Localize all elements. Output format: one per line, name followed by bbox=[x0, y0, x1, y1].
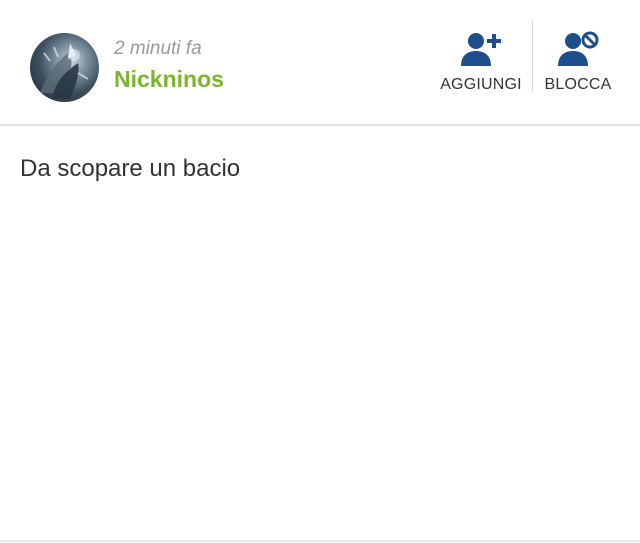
block-user-icon bbox=[558, 31, 599, 66]
block-user-button[interactable]: BLOCCA bbox=[540, 24, 616, 104]
add-friend-label: AGGIUNGI bbox=[440, 76, 522, 93]
post-header: 2 minuti fa Nickninos AGGIUNGI BLOCCA bbox=[0, 0, 640, 126]
post-time: 2 minuti fa bbox=[114, 38, 202, 59]
post-username[interactable]: Nickninos bbox=[114, 66, 224, 93]
avatar[interactable] bbox=[30, 33, 99, 102]
block-user-label: BLOCCA bbox=[544, 76, 612, 93]
post-page: 2 minuti fa Nickninos AGGIUNGI BLOCCA Da… bbox=[0, 0, 640, 543]
add-friend-button[interactable]: AGGIUNGI bbox=[436, 24, 526, 104]
action-divider bbox=[532, 20, 533, 92]
add-user-icon bbox=[461, 33, 501, 66]
avatar-image bbox=[40, 43, 89, 99]
post-message: Da scopare un bacio bbox=[20, 155, 241, 182]
post-bottom-divider bbox=[0, 540, 640, 542]
